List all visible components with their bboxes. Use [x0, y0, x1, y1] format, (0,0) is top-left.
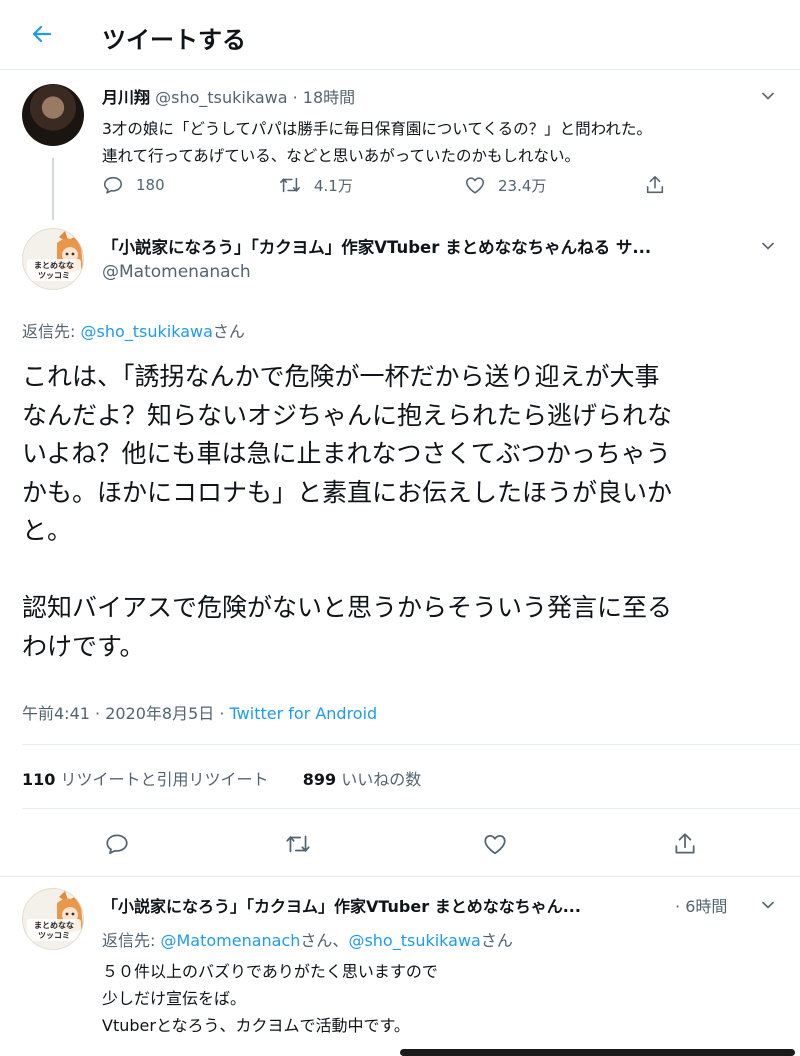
more-button[interactable]	[758, 236, 778, 256]
engagement-counts: 110 リツイートと引用リツイート 899 いいねの数	[22, 766, 421, 790]
retweet-label: リツイートと引用リツイート	[60, 770, 269, 789]
reply-prefix: 返信先:	[22, 322, 81, 341]
reply-context: 返信先: @sho_tsukikawaさん	[22, 318, 245, 342]
page-title: ツイートする	[102, 26, 246, 54]
tweet-text: 3才の娘に「どうしてパパは勝手に毎日保育園についてくるの？」と問われた。 連れて…	[102, 116, 782, 170]
share-icon	[646, 175, 664, 194]
retweets-stat[interactable]: 110 リツイートと引用リツイート	[22, 770, 269, 789]
like-button[interactable]: 23.4万	[464, 174, 546, 196]
tweet-text-line: 連れて行ってあげている、などと思いあがっていたのかもしれない。	[102, 147, 581, 165]
tweet-timestamp[interactable]: 午前4:41 · 2020年8月5日 ·	[22, 704, 230, 723]
chevron-down-icon	[762, 901, 774, 909]
more-button[interactable]	[758, 895, 778, 915]
like-icon	[465, 177, 485, 194]
reply-button[interactable]: 180	[102, 174, 165, 196]
reply-button[interactable]	[102, 829, 132, 859]
reply-icon	[103, 176, 123, 194]
author-name[interactable]: 月川翔	[102, 88, 150, 107]
avatar-text: まとめなな	[34, 261, 74, 270]
reply-mid: さん、	[300, 931, 349, 950]
retweet-count: 4.1万	[314, 176, 353, 195]
avatar-text: ツッコミ	[38, 271, 70, 280]
avatar[interactable]	[22, 84, 84, 146]
author-handle[interactable]: @sho_tsukikawa	[155, 88, 287, 107]
separator: ·	[675, 897, 681, 916]
tweet-time-group: · 6時間	[675, 893, 727, 917]
reply-suffix: さん	[480, 931, 513, 950]
retweet-button[interactable]	[283, 829, 313, 859]
divider	[22, 744, 800, 745]
avatar-text: ツッコミ	[38, 931, 70, 940]
divider	[22, 808, 800, 809]
parent-tweet-header: 月川翔 @sho_tsukikawa · 18時間	[102, 84, 355, 108]
avatar-text: まとめなな	[34, 921, 74, 930]
avatar[interactable]: まとめなな ツッコミ	[22, 228, 84, 290]
tweet-text: ５０件以上のバズりでありがたく思いますので 少しだけ宣伝をば。 Vtuberとな…	[102, 962, 438, 1035]
share-icon	[675, 833, 695, 854]
chevron-down-icon	[762, 242, 774, 250]
author-name[interactable]: 「小説家になろう」「カクヨム」作家VTuber まとめななちゃんねる サ...	[102, 234, 742, 258]
reply-context: 返信先: @Matomenanachさん、@sho_tsukikawaさん	[102, 927, 513, 951]
reply-prefix: 返信先:	[102, 931, 161, 950]
avatar-illustration: まとめなな ツッコミ	[27, 231, 83, 281]
likes-stat[interactable]: 899 いいねの数	[303, 770, 422, 789]
source-link[interactable]: Twitter for Android	[230, 704, 378, 723]
mention-link[interactable]: @sho_tsukikawa	[80, 322, 212, 341]
tweet-text-line: 3才の娘に「どうしてパパは勝手に毎日保育園についてくるの？」と問われた。	[102, 120, 652, 138]
tweet-time[interactable]: 6時間	[685, 897, 727, 916]
thread-line	[52, 158, 54, 220]
separator: ·	[292, 88, 298, 107]
reply-suffix: さん	[212, 322, 245, 341]
retweet-icon	[280, 177, 300, 193]
back-arrow-icon	[32, 25, 52, 43]
like-total: 899	[302, 770, 337, 789]
tweet-time[interactable]: 18時間	[303, 88, 355, 107]
more-button[interactable]	[758, 86, 778, 106]
mention-link[interactable]: @sho_tsukikawa	[348, 931, 480, 950]
tweet-meta: 午前4:41 · 2020年8月5日 · Twitter for Android	[22, 700, 377, 724]
tweet-text: これは、「誘拐なんかで危険が一杯だから送り迎えが大事 なんだよ？知らないオジちゃ…	[22, 362, 673, 661]
reply-count: 180	[136, 176, 165, 194]
share-button[interactable]	[644, 174, 666, 196]
header: ツイートする	[0, 0, 800, 70]
avatar-illustration: まとめなな ツッコミ	[27, 891, 83, 941]
home-indicator	[400, 1049, 795, 1056]
back-button[interactable]	[26, 18, 58, 50]
reply-icon	[106, 834, 128, 855]
chevron-down-icon	[762, 92, 774, 100]
retweet-button[interactable]: 4.1万	[278, 174, 353, 196]
avatar[interactable]: まとめなな ツッコミ	[22, 888, 84, 950]
retweet-icon	[286, 835, 310, 853]
divider	[0, 876, 800, 877]
like-icon	[484, 835, 506, 855]
author-handle[interactable]: @Matomenanach	[102, 262, 251, 282]
like-button[interactable]	[480, 829, 510, 859]
like-label: いいねの数	[341, 770, 422, 789]
share-button[interactable]	[670, 829, 700, 859]
like-count: 23.4万	[498, 176, 547, 195]
mention-link[interactable]: @Matomenanach	[160, 931, 300, 950]
author-name[interactable]: 「小説家になろう」「カクヨム」作家VTuber まとめななちゃん...	[102, 893, 581, 917]
retweet-total: 110	[22, 770, 56, 789]
